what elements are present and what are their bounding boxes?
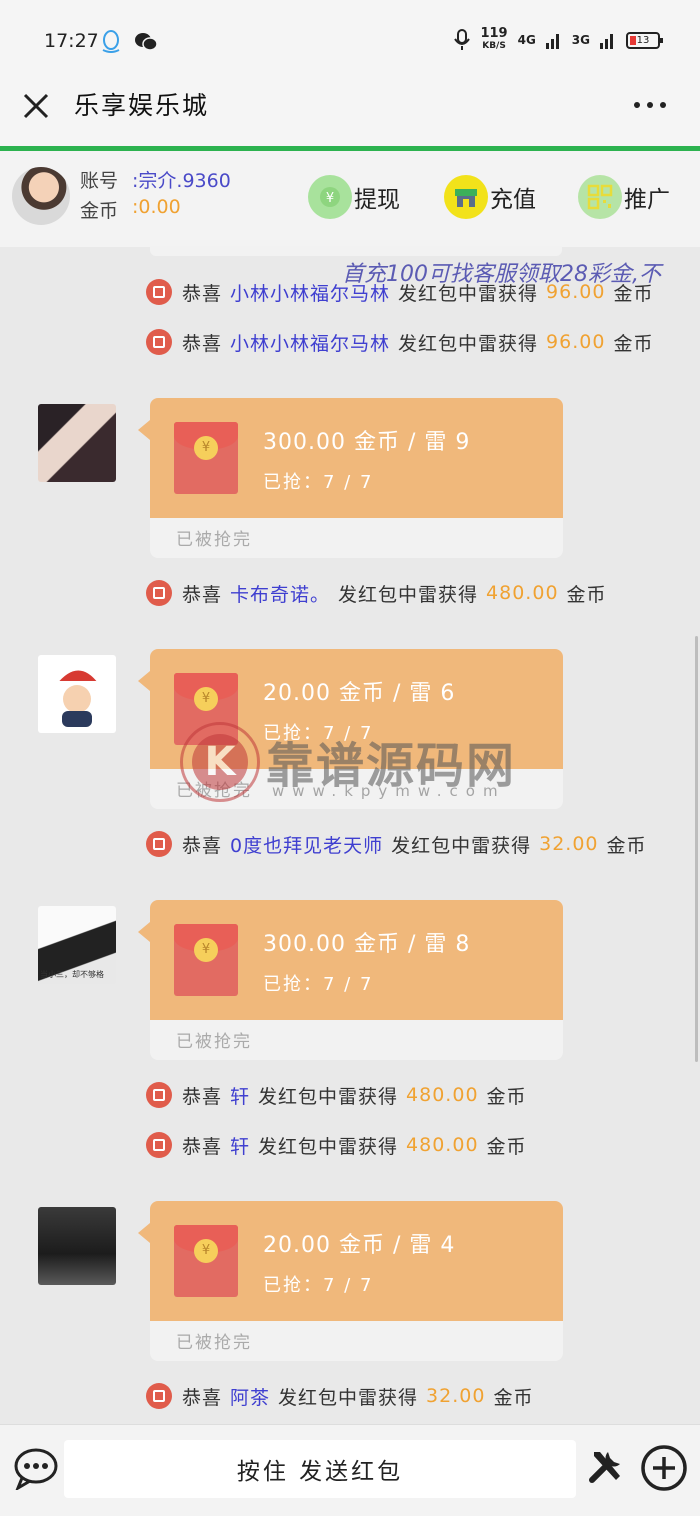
- account-value: :宗介.9360: [132, 170, 231, 192]
- sender-avatar[interactable]: [38, 655, 116, 733]
- network-speed: 119 KB/S: [480, 26, 508, 51]
- redpacket-card-partial: [150, 246, 562, 256]
- win-notice: 恭喜 小林小林福尔马林 发红包中雷获得 96.00 金币: [146, 277, 653, 307]
- win-notice: 恭喜 小林小林福尔马林 发红包中雷获得 96.00 金币: [146, 327, 653, 357]
- page-title: 乐享娱乐城: [74, 91, 210, 120]
- qq-icon: [102, 30, 120, 53]
- account-label: 账号: [80, 170, 119, 192]
- envelope-icon: ¥: [174, 1225, 238, 1297]
- withdraw-icon: ¥: [308, 175, 352, 219]
- redpacket-grabbed: 已抢：7 / 7: [263, 974, 374, 995]
- watermark: K 靠谱源码网 www.kpymw.com: [180, 722, 530, 812]
- chat-bubble-icon[interactable]: [12, 1446, 62, 1490]
- user-avatar[interactable]: [12, 167, 70, 225]
- add-icon[interactable]: [640, 1444, 688, 1492]
- recharge-label: 充值: [490, 187, 536, 213]
- redpacket-status: 已被抢完: [176, 1333, 252, 1353]
- win-notice: 恭喜 0度也拜见老天师 发红包中雷获得 32.00 金币: [146, 829, 647, 859]
- status-time: 17:27: [44, 30, 99, 52]
- close-icon[interactable]: [22, 92, 50, 120]
- sender-avatar[interactable]: 当小三，却不够格: [38, 906, 116, 984]
- redpacket-icon: [146, 580, 172, 606]
- sender-avatar[interactable]: [38, 1207, 116, 1285]
- status-indicators: 119 KB/S 4G 3G 13: [454, 26, 663, 52]
- redpacket-amount: 300.00 金币 / 雷 9: [263, 430, 471, 455]
- status-bar: 17:27 119 KB/S 4G 3G 13: [0, 0, 700, 80]
- redpacket-icon: [146, 1132, 172, 1158]
- redpacket-grabbed: 已抢：7 / 7: [263, 472, 374, 493]
- coins-value: :0.00: [132, 196, 181, 218]
- qrcode-icon: [578, 175, 622, 219]
- promote-label: 推广: [624, 187, 670, 213]
- signal-icon-2: [600, 34, 613, 49]
- withdraw-label: 提现: [354, 187, 400, 213]
- envelope-icon: ¥: [174, 924, 238, 996]
- battery-icon: 13: [626, 31, 663, 49]
- win-notice: 恭喜 卡布奇诺。 发红包中雷获得 480.00 金币: [146, 578, 607, 608]
- redpacket-icon: [146, 279, 172, 305]
- tools-icon[interactable]: [586, 1446, 626, 1486]
- redpacket-icon: [146, 1082, 172, 1108]
- redpacket-status: 已被抢完: [176, 1032, 252, 1052]
- chat-scrollbar[interactable]: [695, 636, 698, 1062]
- microphone-icon: [454, 29, 471, 50]
- redpacket-status: 已被抢完: [176, 530, 252, 550]
- redpacket-card[interactable]: ¥ 20.00 金币 / 雷 4 已抢：7 / 7 已被抢完: [138, 1201, 563, 1361]
- more-options-button[interactable]: [634, 102, 666, 110]
- send-redpacket-button[interactable]: 按住 发送红包: [64, 1440, 576, 1498]
- watermark-url: www.kpymw.com: [272, 782, 506, 800]
- redpacket-card[interactable]: ¥ 300.00 金币 / 雷 8 已抢：7 / 7 已被抢完: [138, 900, 563, 1060]
- watermark-logo: K: [180, 722, 260, 802]
- redpacket-card[interactable]: ¥ 300.00 金币 / 雷 9 已抢：7 / 7 已被抢完: [138, 398, 563, 558]
- promote-button[interactable]: 推广: [578, 174, 670, 220]
- network-4g-label: 4G: [517, 33, 536, 47]
- wechat-icon: [135, 33, 158, 51]
- shop-icon: [444, 175, 488, 219]
- sender-avatar[interactable]: [38, 404, 116, 482]
- svg-text:¥: ¥: [326, 191, 334, 206]
- redpacket-icon: [146, 329, 172, 355]
- win-notice: 恭喜轩发红包中雷获得 480.00 金币: [146, 1080, 527, 1110]
- recharge-button[interactable]: 充值: [444, 174, 536, 220]
- redpacket-amount: 20.00 金币 / 雷 6: [263, 681, 456, 706]
- network-3g-label: 3G: [571, 33, 590, 47]
- withdraw-button[interactable]: ¥ 提现: [308, 174, 400, 220]
- coins-label: 金币: [80, 200, 119, 222]
- envelope-icon: ¥: [174, 422, 238, 494]
- signal-icon: [545, 34, 559, 49]
- win-notice: 恭喜轩发红包中雷获得 480.00 金币: [146, 1130, 527, 1160]
- redpacket-amount: 20.00 金币 / 雷 4: [263, 1233, 456, 1258]
- redpacket-grabbed: 已抢：7 / 7: [263, 1275, 374, 1296]
- redpacket-amount: 300.00 金币 / 雷 8: [263, 932, 471, 957]
- redpacket-icon: [146, 1383, 172, 1409]
- win-notice: 恭喜 阿茶 发红包中雷获得 32.00 金币: [146, 1381, 533, 1411]
- redpacket-icon: [146, 831, 172, 857]
